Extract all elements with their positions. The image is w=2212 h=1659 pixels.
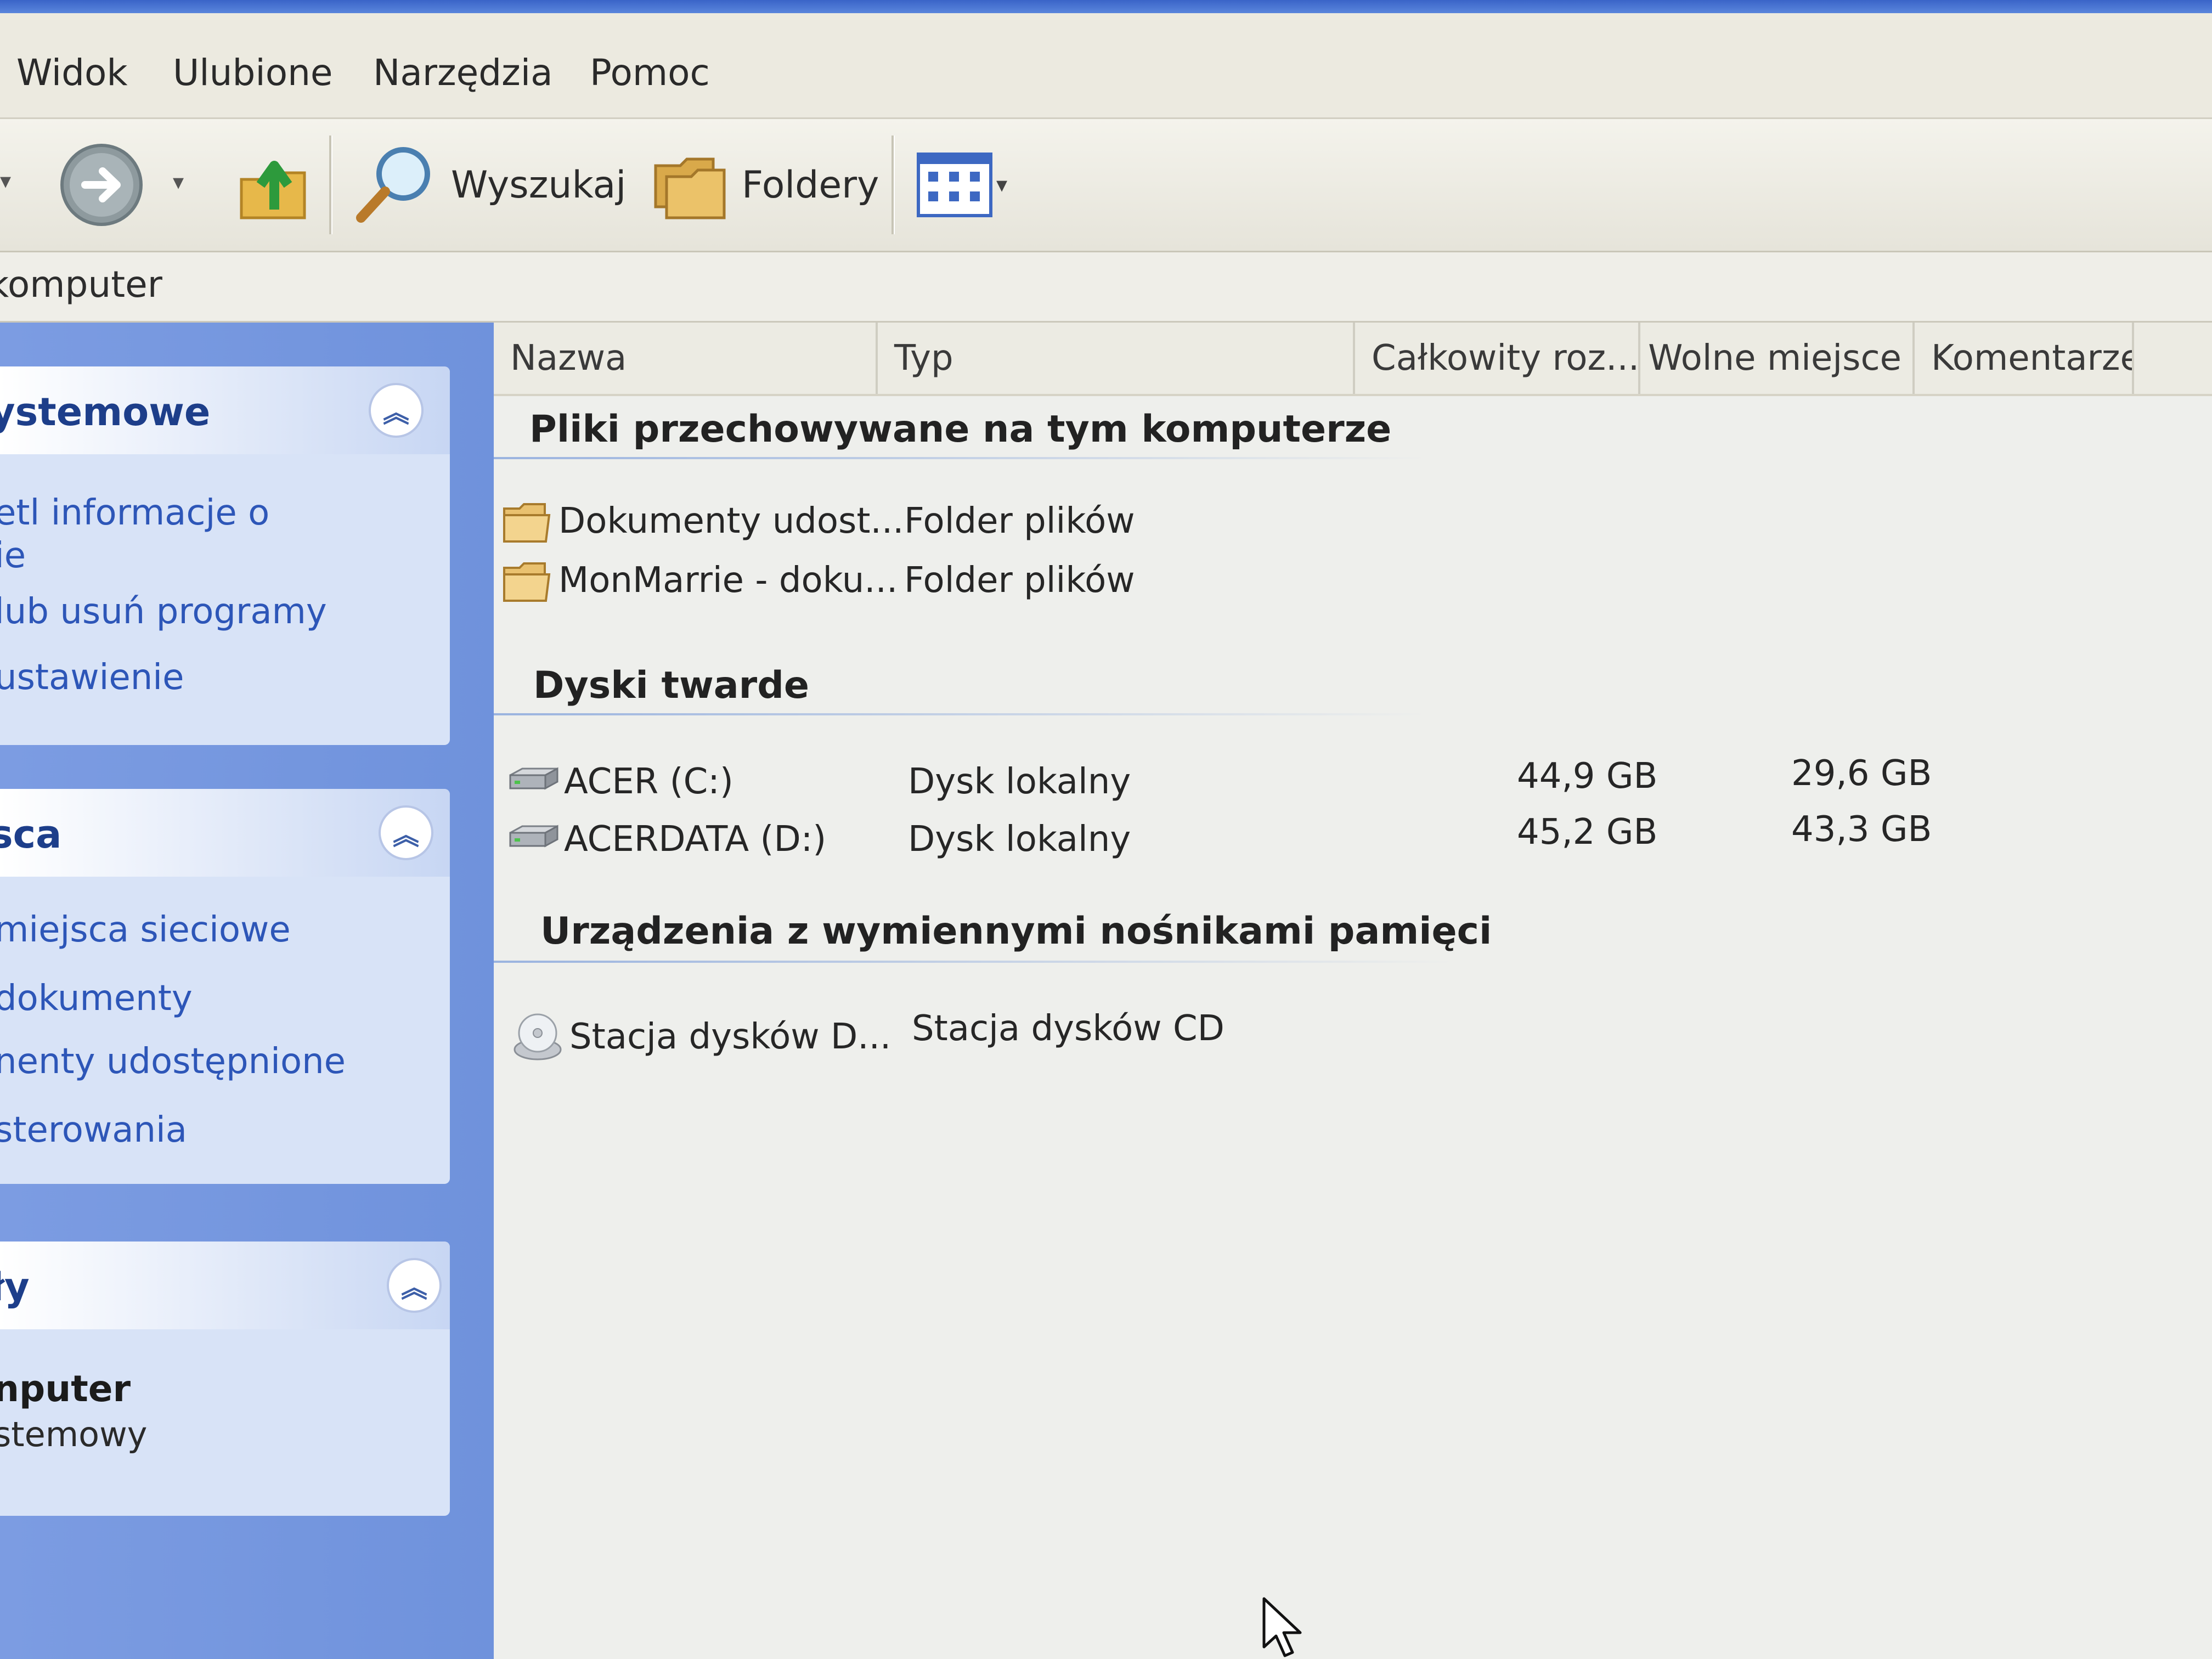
folder-icon	[503, 503, 551, 543]
search-icon	[356, 147, 430, 223]
group-divider	[494, 961, 1454, 963]
group-title-files: Pliki przechowywane na tym komputerze	[529, 408, 1392, 451]
group-title-hard-drives: Dyski twarde	[533, 664, 809, 707]
place-link-network[interactable]: miejsca sieciowe	[0, 910, 291, 950]
hard-drive-icon	[509, 767, 558, 790]
item-type: Dysk lokalny	[908, 819, 1131, 860]
toolbar-separator	[329, 136, 332, 234]
details-header[interactable]: ły ︽	[0, 1242, 450, 1329]
folder-icon	[503, 562, 551, 602]
column-header-comments[interactable]: Komentarze	[1915, 323, 2134, 394]
cd-drive-icon	[514, 1013, 562, 1060]
item-name: MonMarrie - doku...	[558, 560, 898, 601]
item-type: Folder plików	[904, 560, 1135, 601]
up-folder-button[interactable]	[236, 119, 313, 251]
menu-widok[interactable]: Widok	[16, 52, 128, 94]
group-divider	[494, 457, 1426, 459]
other-places-header[interactable]: sca ︽	[0, 789, 450, 877]
details-title: ły	[0, 1265, 30, 1310]
search-label: Wyszukaj	[451, 163, 627, 207]
column-header-type[interactable]: Typ	[878, 323, 1355, 394]
views-dropdown-icon: ▾	[996, 172, 1008, 198]
column-header-free-space[interactable]: Wolne miejsce	[1640, 323, 1915, 394]
group-title-removable: Urządzenia z wymiennymi nośnikami pamięc…	[540, 910, 1492, 953]
other-places-title: sca	[0, 812, 62, 857]
task-link-system-info-cont[interactable]: ie	[0, 535, 26, 576]
search-button[interactable]: Wyszukaj	[351, 119, 626, 251]
item-name: Dokumenty udost...	[558, 501, 904, 541]
file-list-view[interactable]: Nazwa Typ Całkowity roz... Wolne miejsce…	[494, 323, 2212, 1659]
item-free-space: 29,6 GB	[1791, 753, 1932, 794]
forward-dropdown-icon[interactable]: ▾	[173, 170, 184, 195]
item-name: Stacja dysków D...	[569, 1017, 891, 1057]
menu-pomoc[interactable]: Pomoc	[590, 52, 710, 94]
system-tasks-header[interactable]: ystemowe ︽	[0, 366, 450, 454]
place-link-my-documents[interactable]: dokumenty	[0, 978, 193, 1019]
item-type: Stacja dysków CD	[912, 1008, 1224, 1049]
address-bar[interactable]: komputer	[0, 252, 2212, 323]
task-link-add-remove-programs[interactable]: lub usuń programy	[0, 591, 327, 632]
other-places-panel: sca ︽ miejsca sieciowe dokumenty nenty u…	[0, 789, 450, 1184]
group-divider	[494, 713, 1426, 715]
system-tasks-title: ystemowe	[0, 390, 211, 435]
address-value[interactable]: komputer	[0, 263, 162, 306]
task-link-change-setting[interactable]: ustawienie	[0, 657, 184, 698]
item-name: ACER (C:)	[564, 761, 733, 802]
folders-label: Foldery	[742, 163, 879, 207]
column-header-total-size[interactable]: Całkowity roz...	[1355, 323, 1640, 394]
toolbar-separator	[891, 136, 895, 234]
back-dropdown-icon[interactable]: ▾	[0, 168, 11, 194]
column-header-name[interactable]: Nazwa	[494, 323, 878, 394]
collapse-chevron-icon[interactable]: ︽	[379, 805, 433, 860]
item-total-size: 44,9 GB	[1517, 756, 1658, 797]
task-pane: ystemowe ︽ etl informacje o ie lub usuń …	[0, 323, 494, 1659]
menu-ulubione[interactable]: Ulubione	[173, 52, 333, 94]
item-name: ACERDATA (D:)	[564, 819, 827, 860]
details-name: nputer	[0, 1368, 131, 1410]
item-total-size: 45,2 GB	[1517, 812, 1658, 853]
window-title-bar	[0, 0, 2212, 13]
collapse-chevron-icon[interactable]: ︽	[369, 383, 424, 438]
details-panel: ły ︽ nputer stemowy	[0, 1242, 450, 1516]
toolbar: ▾ ▾ Wyszukaj Foldery ▾	[0, 119, 2212, 252]
menu-bar: Widok Ulubione Narzędzia Pomoc	[0, 13, 2212, 119]
views-button[interactable]: ▾	[916, 119, 1007, 251]
hard-drive-icon	[509, 825, 558, 848]
views-icon	[917, 153, 992, 217]
item-type: Dysk lokalny	[908, 761, 1131, 802]
forward-arrow-icon	[60, 144, 143, 226]
up-folder-icon	[240, 161, 306, 219]
place-link-control-panel[interactable]: sterowania	[0, 1110, 187, 1150]
details-subtitle: stemowy	[0, 1414, 148, 1454]
place-link-shared-documents[interactable]: nenty udostępnione	[0, 1041, 346, 1082]
menu-narzedzia[interactable]: Narzędzia	[373, 52, 553, 94]
column-header-row: Nazwa Typ Całkowity roz... Wolne miejsce…	[494, 323, 2212, 396]
folders-icon	[654, 157, 726, 219]
task-link-system-info[interactable]: etl informacje o	[0, 493, 269, 533]
forward-button[interactable]	[58, 119, 145, 251]
item-type: Folder plików	[904, 501, 1135, 541]
system-tasks-panel: ystemowe ︽ etl informacje o ie lub usuń …	[0, 366, 450, 745]
mouse-cursor-icon	[1262, 1597, 1302, 1657]
folders-button[interactable]: Foldery	[647, 119, 879, 251]
item-free-space: 43,3 GB	[1791, 809, 1932, 850]
collapse-chevron-icon[interactable]: ︽	[387, 1258, 442, 1313]
